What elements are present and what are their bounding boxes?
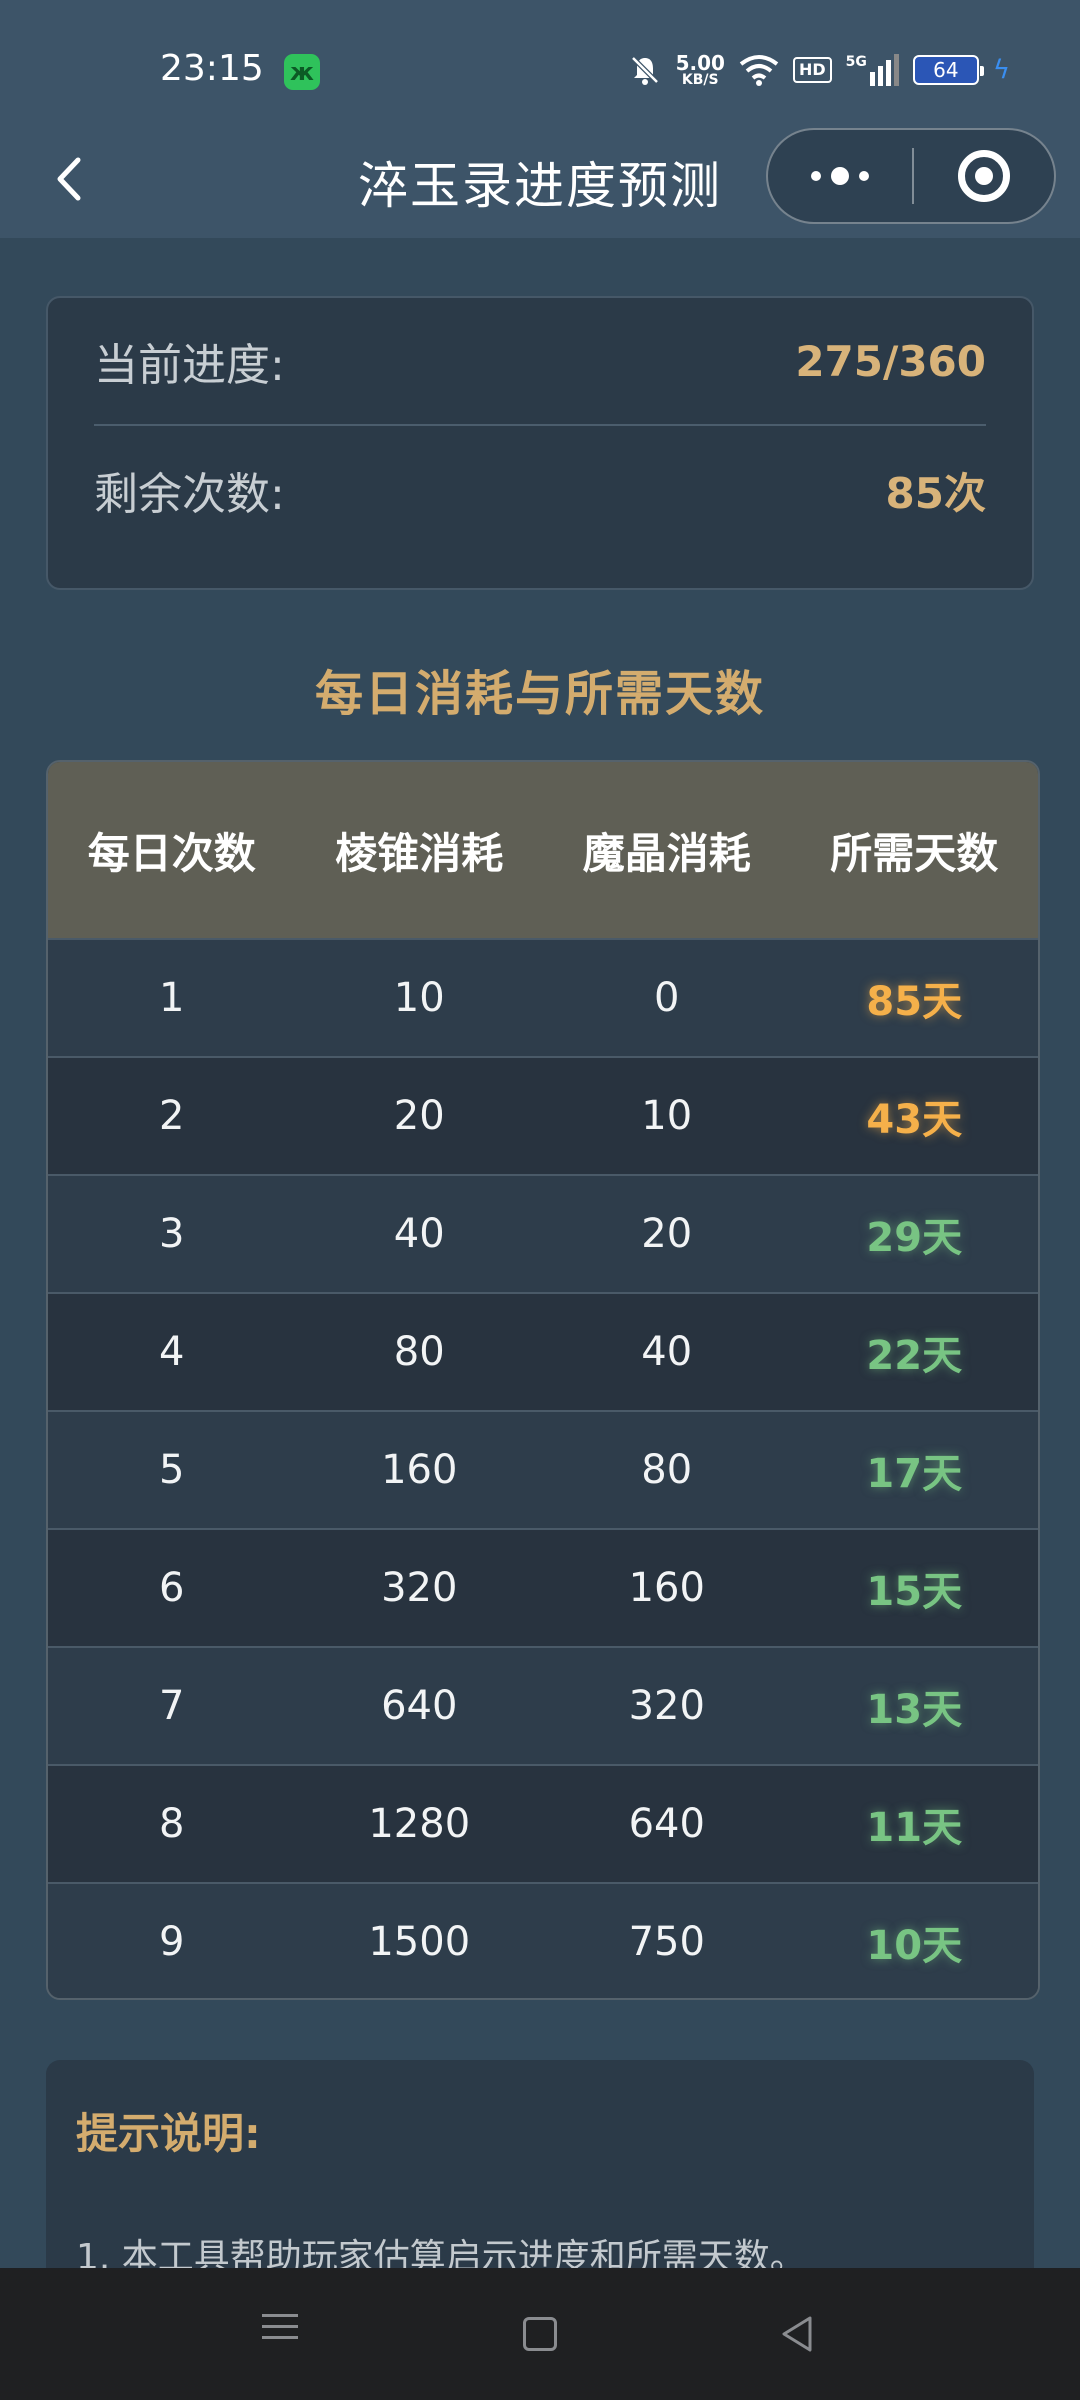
section-title: 每日消耗与所需天数 bbox=[314, 666, 765, 722]
progress-label: 当前进度: bbox=[94, 340, 285, 391]
net-speed: 5.00 KB/S bbox=[676, 53, 725, 87]
signal-icon: 5G bbox=[846, 54, 899, 86]
target-icon bbox=[958, 150, 1010, 202]
battery-icon: 64 bbox=[912, 55, 984, 85]
recent-apps-button[interactable] bbox=[252, 2306, 308, 2362]
cell-pyramid: 80 bbox=[393, 1329, 445, 1375]
remaining-label: 剩余次数: bbox=[94, 469, 285, 520]
home-button[interactable] bbox=[512, 2306, 568, 2362]
table-row: 1 10 0 85天 bbox=[48, 938, 1038, 1056]
cell-times: 8 bbox=[159, 1801, 185, 1847]
cell-crystal: 40 bbox=[641, 1329, 693, 1375]
menu-line-icon bbox=[262, 2336, 298, 2339]
more-dot-icon bbox=[831, 167, 849, 185]
cell-days: 22天 bbox=[866, 1333, 963, 1379]
summary-card: 当前进度: 275/360 剩余次数: 85次 bbox=[46, 296, 1034, 590]
cell-crystal: 320 bbox=[628, 1683, 705, 1729]
table-row: 8 1280 640 11天 bbox=[48, 1764, 1038, 1882]
table-row: 9 1500 750 10天 bbox=[48, 1882, 1038, 1998]
home-square-icon bbox=[523, 2317, 557, 2351]
header-daily-times: 每日次数 bbox=[87, 828, 256, 878]
app-notification-icon: ж bbox=[284, 54, 320, 90]
mini-program-capsule bbox=[766, 128, 1056, 224]
cell-times: 1 bbox=[159, 975, 185, 1021]
cell-times: 3 bbox=[159, 1211, 185, 1257]
cell-pyramid: 1500 bbox=[368, 1919, 471, 1965]
cell-pyramid: 10 bbox=[393, 975, 445, 1021]
cell-days: 17天 bbox=[866, 1451, 963, 1497]
wifi-icon bbox=[739, 55, 779, 86]
cell-days: 13天 bbox=[866, 1687, 963, 1733]
cell-days: 10天 bbox=[866, 1923, 963, 1969]
remaining-value: 85次 bbox=[885, 468, 986, 518]
table-row: 4 80 40 22天 bbox=[48, 1292, 1038, 1410]
cell-times: 4 bbox=[159, 1329, 185, 1375]
header-crystal-cost: 魔晶消耗 bbox=[582, 828, 751, 878]
table-row: 2 20 10 43天 bbox=[48, 1056, 1038, 1174]
progress-value: 275/360 bbox=[795, 336, 986, 386]
more-dot-icon bbox=[859, 171, 869, 181]
consumption-table: 每日次数 棱锥消耗 魔晶消耗 所需天数 1 10 0 85天 2 20 10 4… bbox=[46, 760, 1040, 2000]
progress-row: 当前进度: 275/360 bbox=[94, 298, 986, 426]
cell-crystal: 20 bbox=[641, 1211, 693, 1257]
tips-title: 提示说明: bbox=[76, 2109, 261, 2158]
net-speed-unit: KB/S bbox=[681, 72, 719, 88]
hd-badge: HD bbox=[792, 57, 832, 83]
table-row: 3 40 20 29天 bbox=[48, 1174, 1038, 1292]
header-days-needed: 所需天数 bbox=[830, 828, 999, 878]
table-header: 每日次数 棱锥消耗 魔晶消耗 所需天数 bbox=[48, 762, 1038, 938]
header-pyramid-cost: 棱锥消耗 bbox=[335, 828, 504, 878]
target-dot bbox=[975, 167, 993, 185]
status-bar: 23:15 ж 5.00 KB/S HD 5G 64 ϟ bbox=[0, 0, 1080, 140]
more-button[interactable] bbox=[768, 130, 912, 222]
cell-days: 15天 bbox=[866, 1569, 963, 1615]
menu-line-icon bbox=[262, 2325, 298, 2328]
cell-times: 9 bbox=[159, 1919, 185, 1965]
signal-label: 5G bbox=[845, 54, 867, 70]
cell-crystal: 80 bbox=[641, 1447, 693, 1493]
cell-pyramid: 320 bbox=[381, 1565, 458, 1611]
back-triangle-icon bbox=[782, 2316, 812, 2352]
remaining-row: 剩余次数: 85次 bbox=[94, 426, 986, 554]
cell-days: 43天 bbox=[866, 1097, 963, 1143]
cell-crystal: 640 bbox=[628, 1801, 705, 1847]
cell-pyramid: 20 bbox=[393, 1093, 445, 1139]
cell-pyramid: 160 bbox=[381, 1447, 458, 1493]
table-row: 7 640 320 13天 bbox=[48, 1646, 1038, 1764]
battery-level: 64 bbox=[933, 58, 959, 82]
cell-pyramid: 1280 bbox=[368, 1801, 471, 1847]
more-dot-icon bbox=[811, 171, 821, 181]
cell-times: 5 bbox=[159, 1447, 185, 1493]
cell-days: 29天 bbox=[866, 1215, 963, 1261]
cell-crystal: 0 bbox=[654, 975, 680, 1021]
cell-times: 6 bbox=[159, 1565, 185, 1611]
cell-times: 7 bbox=[159, 1683, 185, 1729]
cell-times: 2 bbox=[159, 1093, 185, 1139]
cell-days: 11天 bbox=[866, 1805, 963, 1851]
nav-bar: 淬玉录进度预测 bbox=[0, 120, 1080, 238]
cell-crystal: 160 bbox=[628, 1565, 705, 1611]
cell-days: 85天 bbox=[866, 979, 963, 1025]
table-row: 5 160 80 17天 bbox=[48, 1410, 1038, 1528]
charging-bolt-icon: ϟ bbox=[992, 55, 1010, 85]
net-speed-value: 5.00 bbox=[675, 51, 725, 75]
menu-line-icon bbox=[262, 2314, 298, 2317]
system-navigation-bar bbox=[0, 2268, 1080, 2400]
cell-pyramid: 40 bbox=[393, 1211, 445, 1257]
cell-crystal: 750 bbox=[628, 1919, 705, 1965]
mute-bell-icon bbox=[630, 56, 659, 85]
status-time: 23:15 bbox=[160, 48, 264, 89]
close-button[interactable] bbox=[914, 130, 1054, 222]
cell-crystal: 10 bbox=[641, 1093, 693, 1139]
cell-pyramid: 640 bbox=[381, 1683, 458, 1729]
table-row: 6 320 160 15天 bbox=[48, 1528, 1038, 1646]
status-indicators: 5.00 KB/S HD 5G 64 ϟ bbox=[628, 50, 1010, 90]
system-back-button[interactable] bbox=[770, 2306, 826, 2362]
